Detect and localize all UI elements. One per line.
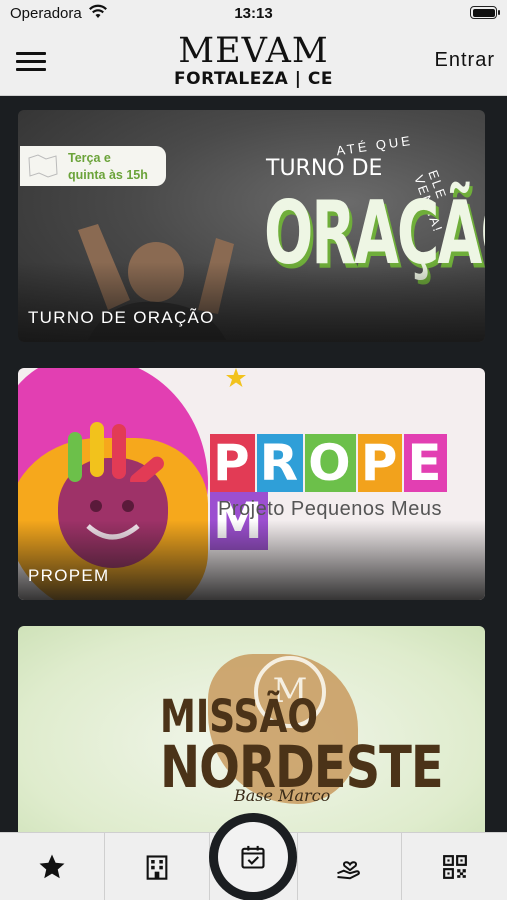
battery-icon [470,6,500,19]
schedule-text: Terça e quinta às 15h [68,150,148,184]
tab-church[interactable] [105,833,210,900]
status-bar: Operadora 13:13 [0,0,507,28]
propem-subtitle: Projeto Pequenos Meus [218,498,442,520]
banner-line-3: Base Marco [234,786,331,805]
banner-heading-small: TURNO DE [266,156,383,181]
event-card-turno-de-oracao[interactable]: Terça e quinta às 15h ATÉ QUE ELE VENHA!… [18,110,485,342]
hand-fingers-illustration [68,422,164,482]
tab-donate[interactable] [297,833,402,900]
tab-qr-code[interactable] [402,833,507,900]
arc-text-1: ATÉ QUE [335,132,414,159]
tab-schedule[interactable] [209,813,297,900]
schedule-badge: Terça e quinta às 15h [20,146,166,186]
logo: MEVAM FORTALEZA | CE [0,32,507,88]
propem-letter: P [357,434,403,492]
tab-favorites[interactable] [0,833,105,900]
propem-letter: O [305,434,356,492]
star-decoration-icon [226,368,246,387]
card-title: TURNO DE ORAÇÃO [28,308,215,327]
map-sketch-icon [28,154,58,178]
calendar-check-icon [241,845,265,869]
heart-hand-icon [336,861,360,880]
event-card-missao-nordeste[interactable]: M MISSÃO NORDESTE Base Marco [18,626,485,832]
events-list: Terça e quinta às 15h ATÉ QUE ELE VENHA!… [0,96,507,832]
propem-letter: R [256,434,304,492]
schedule-line-2: quinta às 15h [68,168,148,182]
bottom-tab-bar [0,813,507,900]
propem-letter: P [210,434,255,492]
building-icon [146,855,168,880]
logo-subtitle: FORTALEZA | CE [174,69,333,89]
card-title: PROPEM [28,566,110,585]
star-icon [39,854,65,879]
login-button[interactable]: Entrar [435,49,495,72]
clock-time: 13:13 [234,5,273,22]
schedule-line-1: Terça e [68,151,111,165]
logo-title: MEVAM [178,31,329,71]
propem-letter: E [404,434,447,492]
app-header: MEVAM FORTALEZA | CE Entrar [0,28,507,96]
qr-code-icon [442,855,467,879]
event-card-propem[interactable]: PROPEM Projeto Pequenos Meus PROPEM [18,368,485,600]
